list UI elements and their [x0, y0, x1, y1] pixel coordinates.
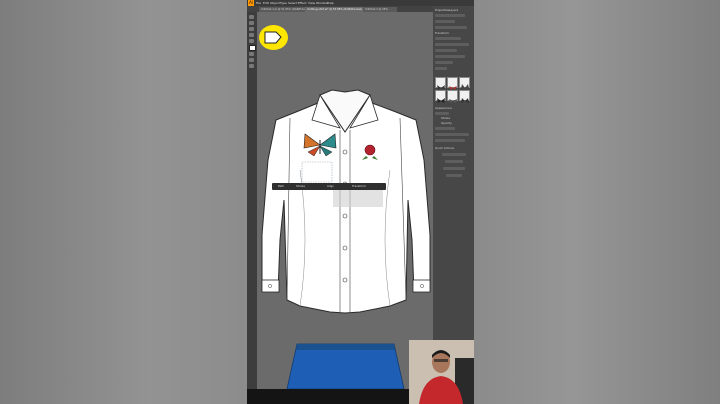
garment-artwork: [261, 89, 431, 390]
context-item-transform[interactable]: Transform: [352, 183, 366, 190]
shirt-button: [342, 213, 348, 219]
context-item-align[interactable]: Align: [327, 183, 334, 190]
shirt-button: [342, 149, 348, 155]
context-task-bar: Path Stroke Align Transform: [272, 183, 386, 190]
presenter-webcam: [409, 340, 474, 404]
context-item-stroke[interactable]: Stroke: [296, 183, 305, 190]
cuff-button: [420, 284, 424, 288]
skirt-waistband: [296, 344, 395, 350]
shirt-button: [342, 277, 348, 283]
cuff-button: [268, 284, 272, 288]
shirt-button: [342, 245, 348, 251]
context-item-path[interactable]: Path: [278, 183, 284, 190]
video-letterbox-bar: [247, 389, 409, 404]
skirt-blue[interactable]: [286, 343, 405, 390]
selection-box[interactable]: [333, 189, 383, 207]
